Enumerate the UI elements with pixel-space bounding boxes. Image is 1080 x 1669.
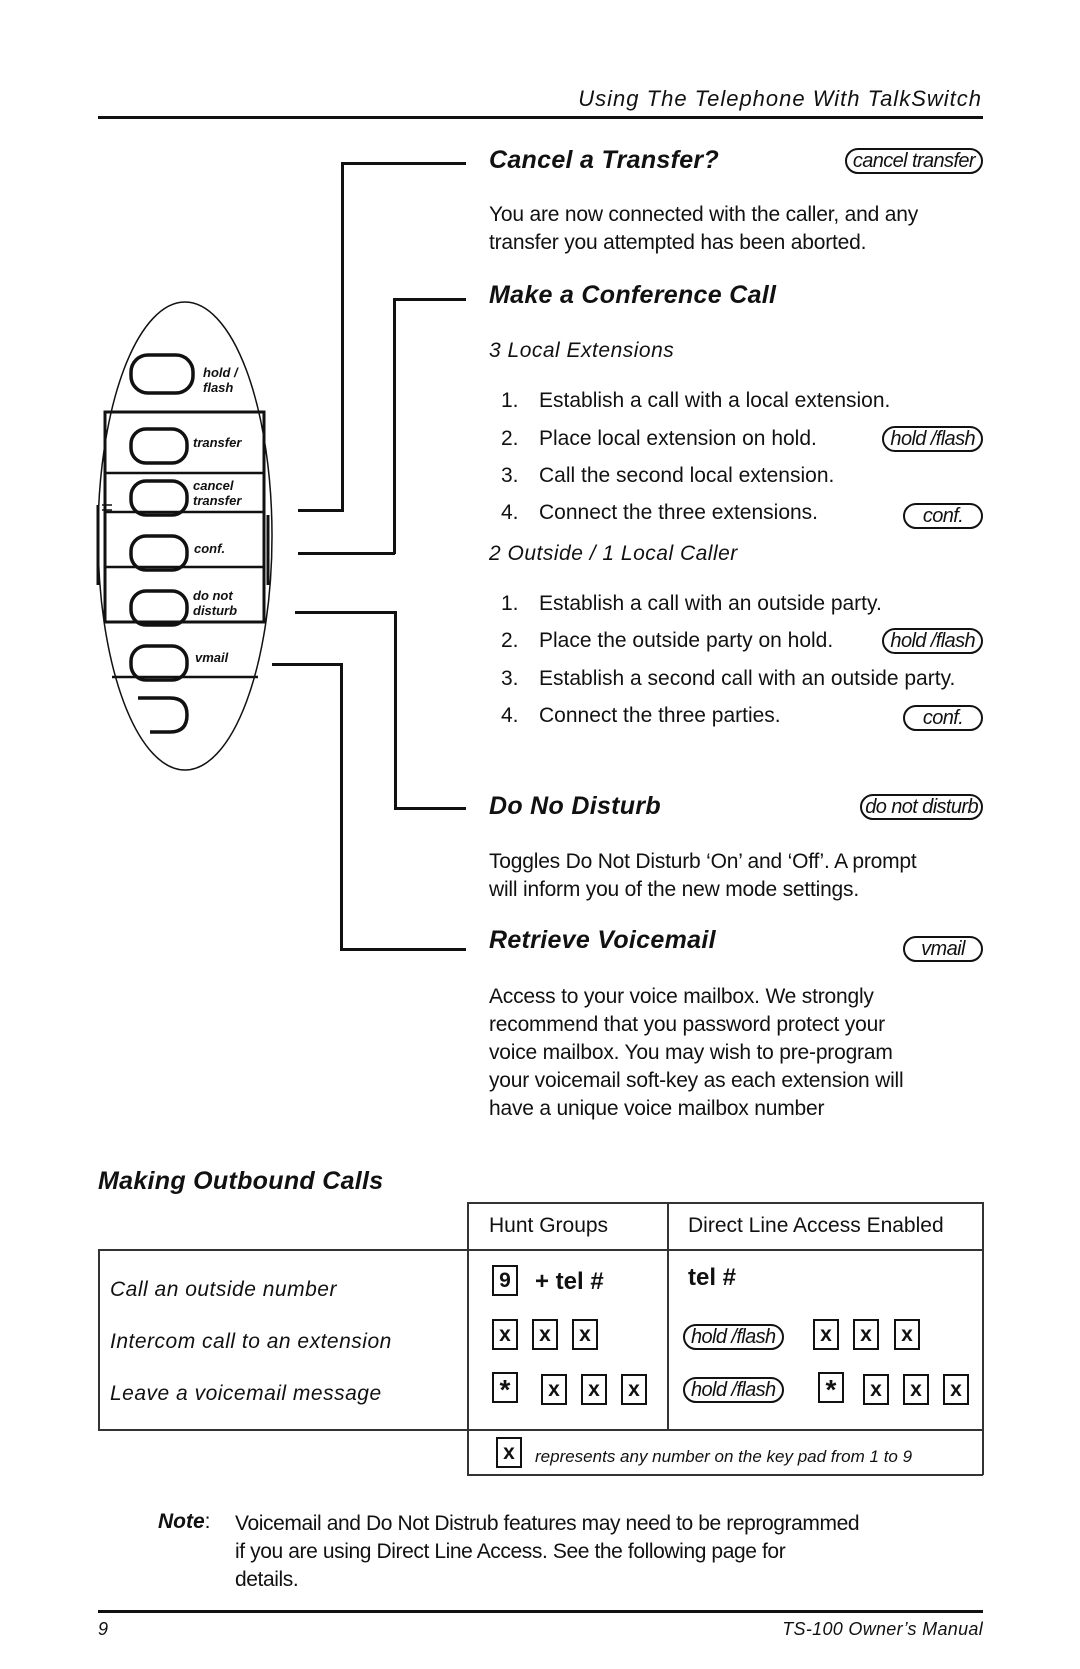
phone-label-cancel-transfer: cancel transfer bbox=[193, 478, 242, 508]
dnd-key: do not disturb bbox=[860, 794, 983, 820]
keypad-box-9: 9 bbox=[492, 1265, 518, 1296]
dnd-heading: Do No Disturb bbox=[489, 792, 661, 820]
local-step-4-key: conf. bbox=[903, 503, 983, 529]
conference-heading: Make a Conference Call bbox=[489, 281, 777, 309]
phone-label-dnd: do not disturb bbox=[193, 588, 238, 618]
note-text: Voicemail and Do Not Distrub features ma… bbox=[235, 1512, 860, 1591]
local-step-4: 4. Connect the three extensions. bbox=[501, 501, 819, 524]
outside-step-1: 1. Establish a call with an outside party… bbox=[501, 592, 882, 615]
legend-keypad-box: x bbox=[496, 1437, 522, 1468]
keypad-box-x: x bbox=[813, 1319, 839, 1350]
phone-label-vmail: vmail bbox=[195, 650, 229, 665]
phone-keypad-illustration bbox=[96, 301, 273, 771]
outside-step-2-key: hold /flash bbox=[882, 628, 983, 654]
direct-voicemail-hold-key: hold /flash bbox=[683, 1377, 784, 1403]
local-step-1: 1. Establish a call with a local extensio… bbox=[501, 389, 891, 412]
local-step-3: 3. Call the second local extension. bbox=[501, 464, 835, 487]
keypad-box-x: x bbox=[581, 1374, 607, 1405]
footer-rule bbox=[98, 1610, 983, 1613]
row-label-intercom: Intercom call to an extension bbox=[110, 1330, 392, 1353]
keypad-box-x: x bbox=[894, 1319, 920, 1350]
outside-step-3: 3. Establish a second call with an outsid… bbox=[501, 667, 956, 690]
outside-callers-subheading: 2 Outside / 1 Local Caller bbox=[489, 542, 738, 565]
dnd-body: Toggles Do Not Disturb ‘On’ and ‘Off’. A… bbox=[489, 850, 917, 901]
outbound-heading: Making Outbound Calls bbox=[98, 1167, 384, 1195]
phone-label-transfer: transfer bbox=[193, 435, 242, 450]
keypad-box-x: x bbox=[853, 1319, 879, 1350]
direct-intercom-hold-key: hold /flash bbox=[683, 1324, 784, 1350]
keypad-box-x: x bbox=[863, 1374, 889, 1405]
keypad-box-star: * bbox=[818, 1372, 844, 1405]
legend-text: represents any number on the key pad fro… bbox=[535, 1447, 913, 1466]
header-rule bbox=[98, 116, 983, 119]
voicemail-heading: Retrieve Voicemail bbox=[489, 926, 716, 954]
voicemail-body: Access to your voice mailbox. We strongl… bbox=[489, 985, 904, 1120]
manual-title: TS-100 Owner’s Manual bbox=[782, 1619, 983, 1639]
column-header-direct-line: Direct Line Access Enabled bbox=[688, 1214, 944, 1237]
local-step-2: 2. Place local extension on hold. bbox=[501, 427, 817, 450]
column-header-hunt-groups: Hunt Groups bbox=[489, 1214, 609, 1237]
page-number: 9 bbox=[98, 1619, 109, 1639]
note-label: Note bbox=[158, 1510, 205, 1533]
phone-label-conf: conf. bbox=[194, 541, 226, 556]
running-header: Using The Telephone With TalkSwitch bbox=[578, 86, 982, 111]
direct-outside-dial: tel # bbox=[688, 1264, 737, 1291]
local-step-2-key: hold /flash bbox=[882, 426, 983, 452]
phone-label-hold-flash: hold / flash bbox=[203, 365, 238, 395]
row-label-outside-number: Call an outside number bbox=[110, 1278, 337, 1301]
keypad-box-x: x bbox=[541, 1374, 567, 1405]
phone-outline bbox=[97, 301, 273, 771]
keypad-box-x: x bbox=[492, 1319, 518, 1350]
vmail-key: vmail bbox=[903, 936, 983, 962]
outside-step-2: 2. Place the outside party on hold. bbox=[501, 629, 834, 652]
keypad-box-x: x bbox=[943, 1374, 969, 1405]
cancel-transfer-key: cancel transfer bbox=[844, 148, 983, 174]
local-extensions-subheading: 3 Local Extensions bbox=[489, 339, 675, 362]
cancel-transfer-body: You are now connected with the caller, a… bbox=[489, 203, 918, 254]
keypad-box-x: x bbox=[621, 1374, 647, 1405]
row-label-voicemail: Leave a voicemail message bbox=[110, 1382, 382, 1405]
outside-step-4-key: conf. bbox=[903, 705, 983, 731]
keypad-box-star: * bbox=[492, 1372, 518, 1405]
keypad-box-x: x bbox=[532, 1319, 558, 1350]
keypad-box-x: x bbox=[572, 1319, 598, 1350]
keypad-box-x: x bbox=[903, 1374, 929, 1405]
outside-step-4: 4. Connect the three parties. bbox=[501, 704, 781, 727]
hunt-outside-dial: + tel # bbox=[535, 1268, 604, 1295]
cancel-transfer-heading: Cancel a Transfer? bbox=[489, 146, 720, 174]
note: Note: bbox=[158, 1510, 211, 1533]
